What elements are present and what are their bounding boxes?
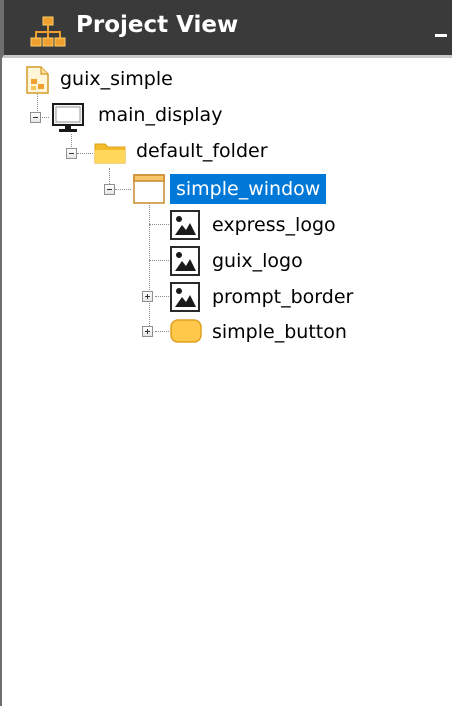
window-icon [133,174,165,208]
button-icon [170,318,202,348]
project-file-icon [26,66,50,98]
project-view-panel: Project View guix_simple main_display de… [0,0,452,706]
collapse-toggle-simple-window[interactable] [104,184,115,195]
tree-item-simple-window[interactable]: simple_window [170,174,327,204]
tree-item-guix-logo[interactable]: guix_logo [212,248,303,274]
tree-line [155,296,169,297]
expand-toggle-prompt-border[interactable] [142,291,153,302]
tree-item-default-folder[interactable]: default_folder [136,138,268,164]
tree-item-prompt-border[interactable]: prompt_border [212,284,353,310]
tree-item-simple-button[interactable]: simple_button [212,319,347,345]
image-icon [170,282,200,316]
tree-line [77,153,93,154]
collapse-toggle-main-display[interactable] [30,112,41,123]
collapse-toggle-default-folder[interactable] [66,148,77,159]
tree-item-main-display[interactable]: main_display [98,102,222,128]
minimize-button[interactable] [430,14,452,44]
panel-title: Project View [76,12,239,38]
tree-item-project[interactable]: guix_simple [60,66,173,92]
folder-icon [94,140,126,168]
image-icon [170,210,200,244]
tree-line [149,202,150,330]
project-tree[interactable]: guix_simple main_display default_folder [2,58,452,706]
monitor-icon [52,102,84,138]
tree-line [149,260,169,261]
image-icon [170,246,200,280]
tree-line [149,224,169,225]
tree-line [155,331,169,332]
expand-toggle-simple-button[interactable] [142,326,153,337]
tree-item-express-logo[interactable]: express_logo [212,212,336,238]
tree-line [115,189,131,190]
panel-title-bar: Project View [2,0,452,58]
hierarchy-icon [30,15,66,49]
